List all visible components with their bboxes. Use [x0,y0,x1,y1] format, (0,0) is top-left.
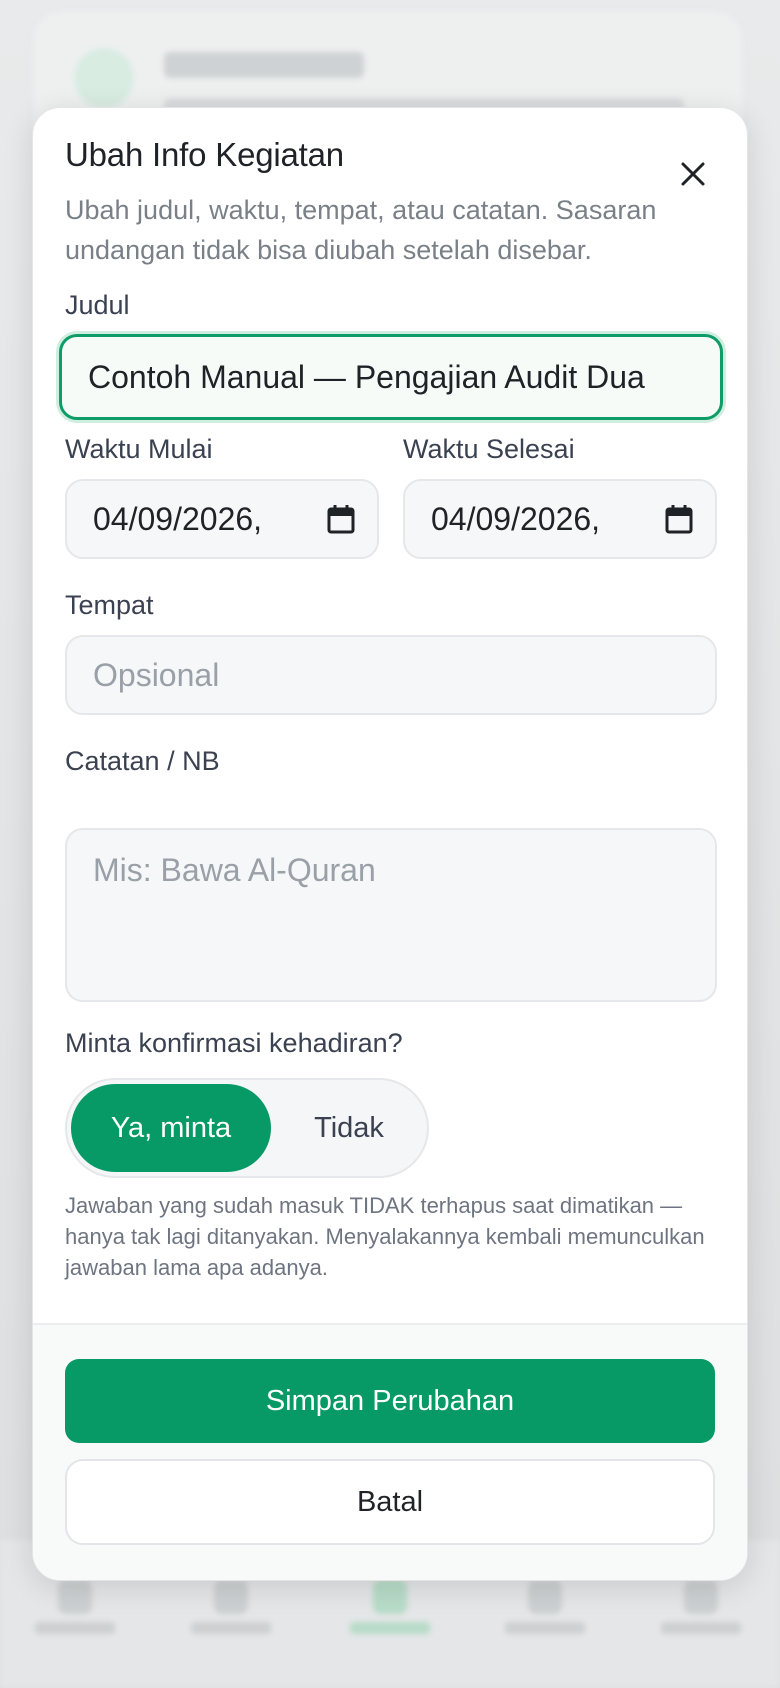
end-time-label: Waktu Selesai [403,434,575,464]
rsvp-yes-option[interactable]: Ya, minta [71,1084,271,1172]
end-time-input[interactable]: 04/09/2026, [403,479,717,559]
place-label: Tempat [65,590,154,620]
start-time-label: Waktu Mulai [65,434,213,464]
place-input[interactable]: Opsional [65,635,717,715]
title-input-value: Contoh Manual — Pengajian Audit Dua [88,358,645,395]
close-icon [681,162,705,186]
edit-event-modal: Ubah Info Kegiatan Ubah judul, waktu, te… [32,107,748,1581]
modal-subtitle: Ubah judul, waktu, tempat, atau catatan.… [65,195,657,265]
title-input[interactable]: Contoh Manual — Pengajian Audit Dua [59,334,723,420]
rsvp-no-option[interactable]: Tidak [271,1084,427,1172]
modal-footer: Simpan Perubahan Batal [33,1323,747,1580]
rsvp-toggle: Ya, minta Tidak [65,1078,429,1178]
rsvp-label: Minta konfirmasi kehadiran? [65,1028,403,1058]
modal-title: Ubah Info Kegiatan [65,136,344,173]
rsvp-note: Jawaban yang sudah masuk TIDAK terhapus … [65,1193,705,1280]
cancel-button[interactable]: Batal [65,1459,715,1545]
save-changes-button[interactable]: Simpan Perubahan [65,1359,715,1443]
place-placeholder: Opsional [93,656,220,693]
start-time-value: 04/09/2026, [93,500,263,537]
end-time-value: 04/09/2026, [431,500,601,537]
title-label: Judul [65,290,130,320]
calendar-icon[interactable] [327,504,355,534]
notes-placeholder: Mis: Bawa Al-Quran [93,852,376,888]
notes-label: Catatan / NB [65,746,220,776]
notes-textarea[interactable]: Mis: Bawa Al-Quran [65,828,717,1002]
calendar-icon[interactable] [665,504,693,534]
start-time-input[interactable]: 04/09/2026, [65,479,379,559]
